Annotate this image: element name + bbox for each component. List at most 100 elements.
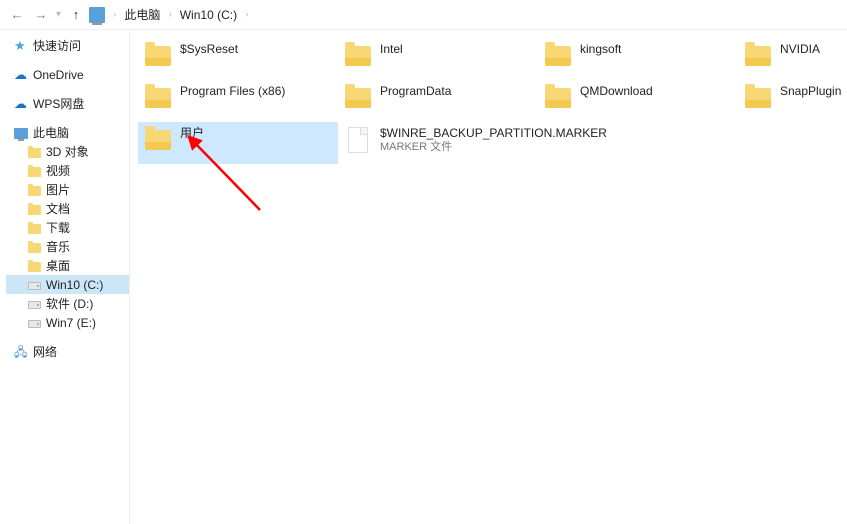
sidebar-item-label: 桌面 [46,257,70,274]
star-icon: ★ [14,39,28,53]
file-icon [344,126,372,154]
chevron-icon: › [243,9,250,20]
cloud-icon: ☁ [14,68,28,82]
folder-icon [28,186,41,196]
folder-icon [344,84,372,112]
this-pc-icon [89,7,105,23]
item-meta: QMDownload [580,84,653,98]
sidebar-item-label: 视频 [46,162,70,179]
item-name: NVIDIA [780,42,820,56]
folder-icon [28,148,41,158]
item-name: $SysReset [180,42,238,56]
drive-icon [28,282,41,290]
item-name: SnapPlugin [780,84,841,98]
sidebar-item-label: Win7 (E:) [46,316,96,330]
file-item[interactable]: $WINRE_BACKUP_PARTITION.MARKERMARKER 文件 [338,122,538,164]
sidebar-item-label: 软件 (D:) [46,295,93,312]
sidebar-network[interactable]: 🖧 网络 [6,342,129,361]
up-button[interactable]: ↑ [65,4,87,26]
sidebar-item-label: 3D 对象 [46,143,89,160]
folder-icon [144,126,172,154]
sidebar-onedrive[interactable]: ☁ OneDrive [6,65,129,84]
item-meta: kingsoft [580,42,621,56]
item-meta: 用户 [180,126,204,140]
item-meta: NVIDIA [780,42,820,56]
folder-item[interactable]: QMDownload [538,80,738,122]
breadcrumb-drive[interactable]: Win10 (C:) [176,6,241,24]
item-name: kingsoft [580,42,621,56]
folder-icon [744,42,772,70]
sidebar-item-videos[interactable]: 视频 [6,161,129,180]
folder-item[interactable]: Program Files (x86) [138,80,338,122]
folder-icon [544,42,572,70]
drive-icon [28,320,41,328]
item-name: Program Files (x86) [180,84,285,98]
main-area: ★ 快速访问 ☁ OneDrive ☁ WPS网盘 此电脑 3D 对象视频图片文… [0,30,847,524]
pc-icon [14,128,28,139]
sidebar-item-pictures[interactable]: 图片 [6,180,129,199]
sidebar-item-drive_e[interactable]: Win7 (E:) [6,313,129,332]
network-icon: 🖧 [14,345,28,359]
sidebar-label: 此电脑 [33,124,69,141]
folder-icon [544,84,572,112]
folder-icon [144,42,172,70]
sidebar-item-music[interactable]: 音乐 [6,237,129,256]
folder-icon [28,262,41,272]
item-meta: $WINRE_BACKUP_PARTITION.MARKERMARKER 文件 [380,126,607,154]
item-name: ProgramData [380,84,451,98]
sidebar-label: 快速访问 [33,37,81,54]
item-name: Intel [380,42,403,56]
folder-icon [344,42,372,70]
sidebar-item-label: Win10 (C:) [46,278,103,292]
sidebar-item-label: 音乐 [46,238,70,255]
folder-icon [144,84,172,112]
chevron-icon: › [166,9,173,20]
breadcrumb-this-pc[interactable]: 此电脑 [120,4,164,25]
item-name: $WINRE_BACKUP_PARTITION.MARKER [380,126,607,140]
address-bar: ← → ▾ ↑ › 此电脑 › Win10 (C:) › [0,0,847,30]
folder-item[interactable]: Intel [338,38,538,80]
sidebar-item-drive_c[interactable]: Win10 (C:) [6,275,129,294]
item-name: 用户 [180,126,204,140]
sidebar-label: 网络 [33,343,57,360]
sidebar-this-pc[interactable]: 此电脑 [6,123,129,142]
sidebar-wps[interactable]: ☁ WPS网盘 [6,94,129,113]
folder-item[interactable]: SnapPlugin [738,80,847,122]
item-meta: Program Files (x86) [180,84,285,98]
sidebar-item-drive_d[interactable]: 软件 (D:) [6,294,129,313]
sidebar-item-label: 文档 [46,200,70,217]
item-subtype: MARKER 文件 [380,140,607,154]
sidebar-label: WPS网盘 [33,95,84,112]
sidebar-item-downloads[interactable]: 下载 [6,218,129,237]
item-meta: SnapPlugin [780,84,841,98]
chevron-icon: › [111,9,118,20]
sidebar-item-label: 图片 [46,181,70,198]
sidebar-item-3d[interactable]: 3D 对象 [6,142,129,161]
nav-separator: ▾ [54,9,63,20]
folder-view[interactable]: $SysReset Intel kingsoft NVIDIA Program File… [130,30,847,524]
folder-item[interactable]: $SysReset [138,38,338,80]
folder-item[interactable]: NVIDIA [738,38,847,80]
sidebar-item-desktop[interactable]: 桌面 [6,256,129,275]
folder-icon [28,243,41,253]
folder-icon [28,205,41,215]
folder-item[interactable]: ProgramData [338,80,538,122]
forward-button[interactable]: → [30,4,52,26]
drive-icon [28,301,41,309]
folder-icon [744,84,772,112]
item-name: QMDownload [580,84,653,98]
navigation-pane[interactable]: ★ 快速访问 ☁ OneDrive ☁ WPS网盘 此电脑 3D 对象视频图片文… [0,30,130,524]
cloud-icon: ☁ [14,97,28,111]
folder-icon [28,167,41,177]
item-meta: Intel [380,42,403,56]
folder-item[interactable]: kingsoft [538,38,738,80]
back-button[interactable]: ← [6,4,28,26]
sidebar-label: OneDrive [33,68,84,82]
item-meta: $SysReset [180,42,238,56]
sidebar-item-documents[interactable]: 文档 [6,199,129,218]
sidebar-quick-access[interactable]: ★ 快速访问 [6,36,129,55]
sidebar-item-label: 下载 [46,219,70,236]
item-meta: ProgramData [380,84,451,98]
folder-item[interactable]: 用户 [138,122,338,164]
folder-icon [28,224,41,234]
